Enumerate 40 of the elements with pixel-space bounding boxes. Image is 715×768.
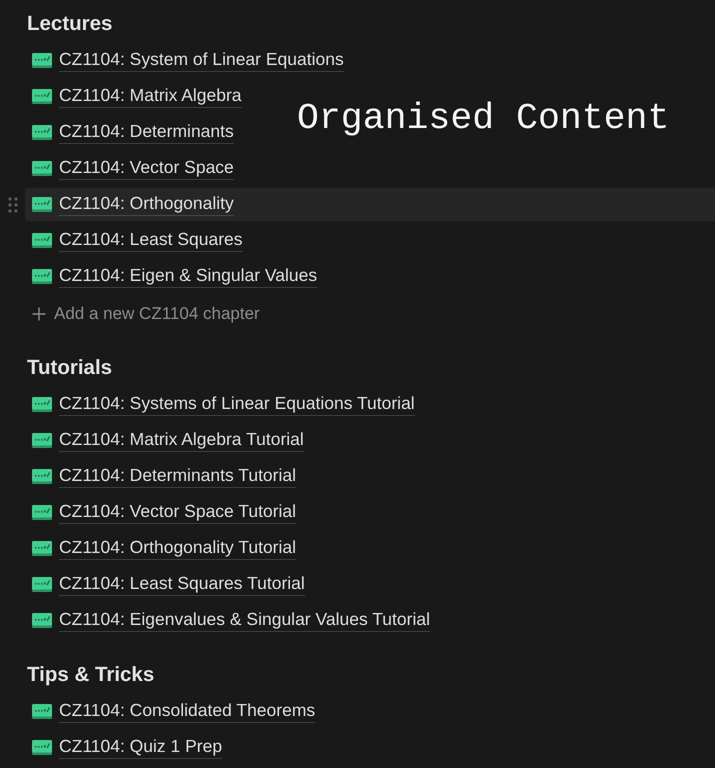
page-link[interactable]: CZ1104: Matrix Algebra Tutorial <box>59 429 304 452</box>
page-link[interactable]: CZ1104: Orthogonality <box>59 193 234 216</box>
keyboard-icon <box>32 53 52 68</box>
keyboard-icon <box>32 161 52 176</box>
page-link[interactable]: CZ1104: Quiz 1 Prep <box>59 736 222 759</box>
page-link[interactable]: CZ1104: Vector Space Tutorial <box>59 501 296 524</box>
highlighted-row[interactable]: CZ1104: Orthogonality <box>25 188 715 221</box>
page-link[interactable]: CZ1104: Consolidated Theorems <box>59 700 316 723</box>
section-heading: Lectures <box>27 11 114 37</box>
overlay-caption: Organised Content <box>297 97 670 141</box>
keyboard-icon <box>32 233 52 248</box>
keyboard-icon <box>32 740 52 755</box>
page-link[interactable]: CZ1104: Eigenvalues & Singular Values Tutorial <box>59 609 430 632</box>
page-link[interactable]: CZ1104: Orthogonality Tutorial <box>59 537 296 560</box>
page-link[interactable]: CZ1104: Matrix Algebra <box>59 85 242 108</box>
page-link[interactable]: CZ1104: System of Linear Equations <box>59 49 344 72</box>
drag-handle-icon[interactable] <box>8 196 18 212</box>
page-link[interactable]: CZ1104: Determinants Tutorial <box>59 465 296 488</box>
keyboard-icon <box>32 397 52 412</box>
keyboard-icon <box>32 269 52 284</box>
keyboard-icon <box>32 197 52 212</box>
keyboard-icon <box>32 89 52 104</box>
keyboard-icon <box>32 505 52 520</box>
page-link[interactable]: CZ1104: Systems of Linear Equations Tutorial <box>59 393 415 416</box>
keyboard-icon <box>32 125 52 140</box>
keyboard-icon <box>32 469 52 484</box>
keyboard-icon <box>32 704 52 719</box>
add-chapter-button[interactable]: Add a new CZ1104 chapter <box>32 302 262 326</box>
page-link[interactable]: CZ1104: Eigen & Singular Values <box>59 265 318 288</box>
keyboard-icon <box>32 541 52 556</box>
keyboard-icon <box>32 433 52 448</box>
page-link[interactable]: CZ1104: Vector Space <box>59 157 234 180</box>
page-link[interactable]: CZ1104: Least Squares <box>59 229 243 252</box>
section-heading: Tutorials <box>27 355 114 381</box>
keyboard-icon <box>32 577 52 592</box>
plus-icon <box>32 306 46 320</box>
page-link[interactable]: CZ1104: Determinants <box>59 121 234 144</box>
section-heading: Tips & Tricks <box>27 662 156 688</box>
keyboard-icon <box>32 613 52 628</box>
page-link[interactable]: CZ1104: Least Squares Tutorial <box>59 573 305 596</box>
